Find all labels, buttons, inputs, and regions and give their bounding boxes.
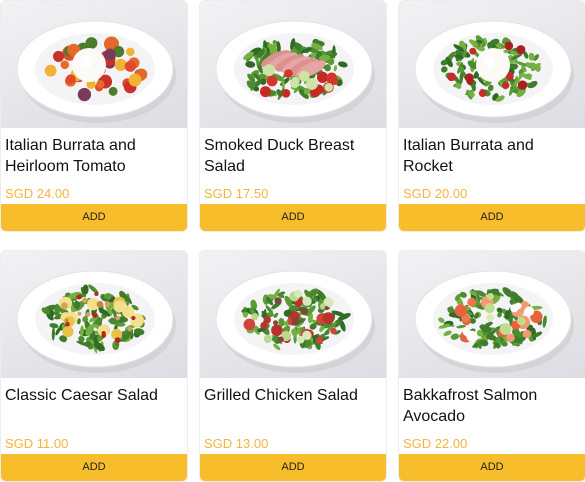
dish-name: Classic Caesar Salad (5, 387, 158, 404)
dish-name: Italian Burrata and Heirloom Tomato (5, 137, 136, 175)
dish-price: SGD 24.00 (5, 186, 70, 201)
menu-item-card[interactable]: Grilled Chicken Salad SGD 13.00 ADD (199, 250, 387, 482)
dish-price: SGD 20.00 (403, 186, 468, 201)
dish-price: SGD 11.00 (5, 436, 69, 451)
dish-photo (399, 251, 585, 378)
dish-name: Italian Burrata and Rocket (403, 137, 534, 175)
menu-item-card[interactable]: Bakkafrost Salmon Avocado SGD 22.00 ADD (398, 250, 585, 482)
dish-photo (1, 251, 187, 378)
dish-name: Bakkafrost Salmon Avocado (403, 387, 538, 425)
menu-item-card[interactable]: Smoked Duck Breast Salad SGD 17.50 ADD (199, 0, 387, 232)
menu-grid: Italian Burrata and Heirloom Tomato SGD … (0, 0, 585, 482)
dish-photo (200, 251, 386, 378)
add-button[interactable]: ADD (200, 204, 386, 231)
add-button[interactable]: ADD (399, 454, 585, 481)
menu-item-card[interactable]: Classic Caesar Salad SGD 11.00 ADD (0, 250, 188, 482)
dish-price: SGD 17.50 (204, 186, 269, 201)
menu-item-card[interactable]: Italian Burrata and Heirloom Tomato SGD … (0, 0, 188, 232)
add-button[interactable]: ADD (399, 204, 585, 231)
dish-price: SGD 13.00 (204, 436, 269, 451)
add-button[interactable]: ADD (1, 204, 187, 231)
add-button[interactable]: ADD (1, 454, 187, 481)
dish-name: Smoked Duck Breast Salad (204, 137, 355, 175)
dish-photo (399, 1, 585, 128)
add-button[interactable]: ADD (200, 454, 386, 481)
dish-name: Grilled Chicken Salad (204, 387, 358, 404)
dish-photo (1, 1, 187, 128)
menu-item-card[interactable]: Italian Burrata and Rocket SGD 20.00 ADD (398, 0, 585, 232)
dish-photo (200, 1, 386, 128)
dish-price: SGD 22.00 (403, 436, 468, 451)
